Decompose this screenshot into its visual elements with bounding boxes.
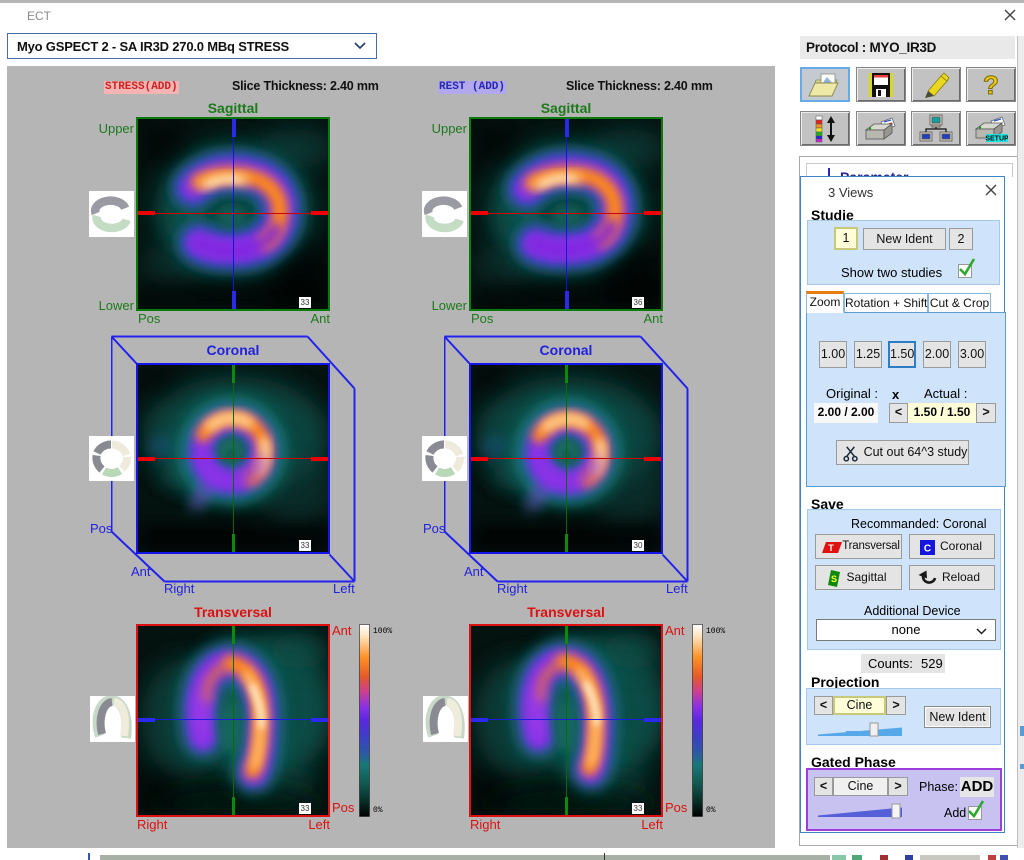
svg-text:S: S (831, 574, 837, 584)
svg-text:T: T (828, 543, 834, 553)
svg-text:?: ? (983, 70, 999, 100)
svg-text:C: C (924, 544, 931, 555)
svg-text:SETUP: SETUP (985, 135, 1008, 142)
svg-text:0%: 0% (373, 806, 383, 815)
svg-text:0%: 0% (706, 806, 716, 815)
svg-text:100%: 100% (706, 627, 725, 636)
svg-text:100%: 100% (373, 627, 392, 636)
